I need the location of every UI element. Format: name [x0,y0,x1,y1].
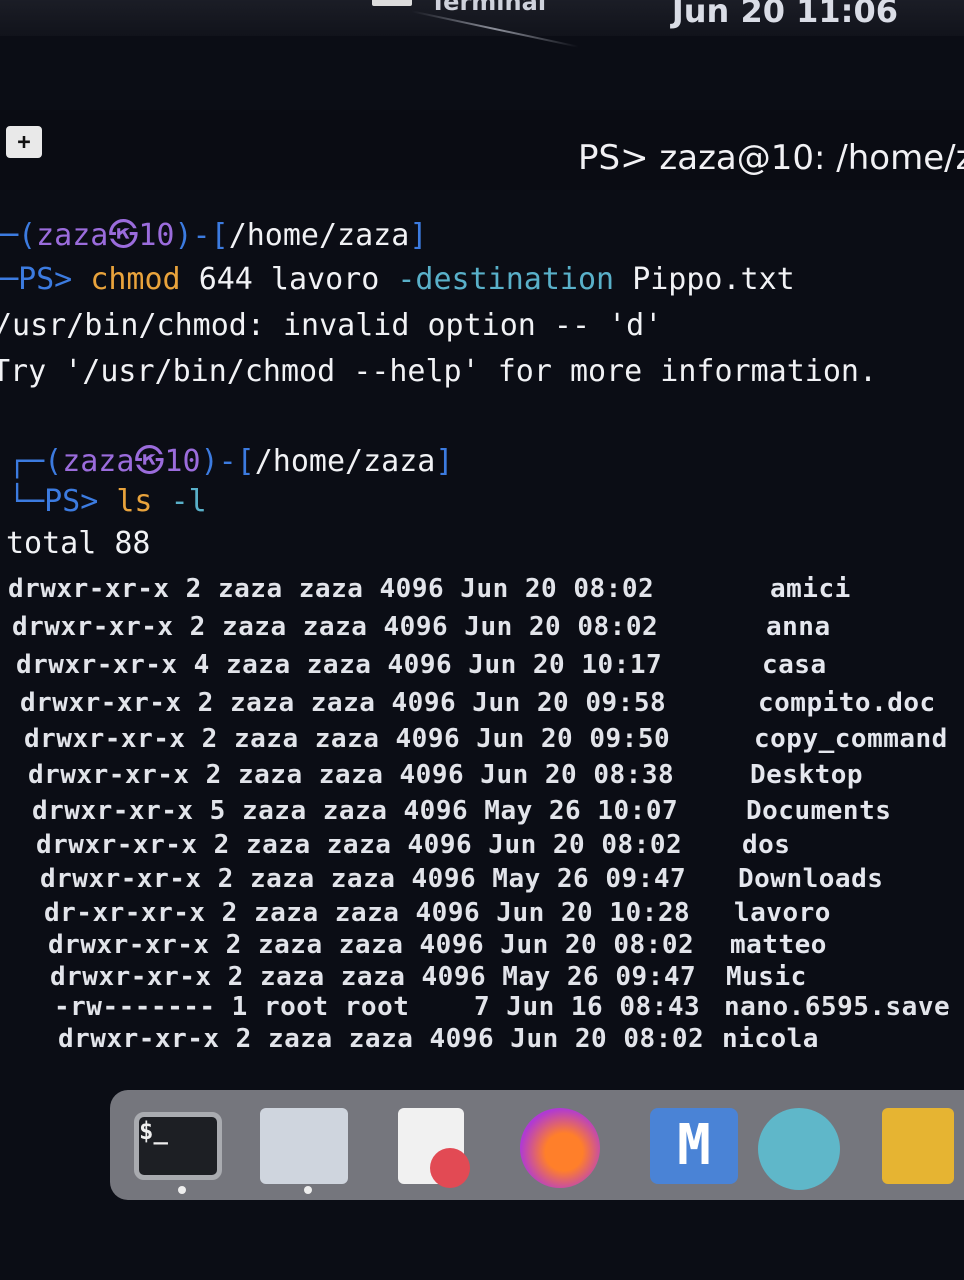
file-name: lavoro [734,898,831,928]
running-indicator [304,1186,312,1194]
list-item: drwxr-xr-x 2 zaza zaza 4096 Jun 20 08:38… [28,758,863,792]
top-panel: Terminal Jun 20 11:06 [0,0,964,36]
file-name: Documents [746,796,892,826]
file-name: anna [766,612,831,642]
error-line-1: /usr/bin/chmod: invalid option -- 'd' [0,308,663,343]
command-args: 644 lavoro [198,262,380,297]
list-item: drwxr-xr-x 2 zaza zaza 4096 Jun 20 08:02… [36,828,790,862]
file-name: Downloads [738,864,884,894]
prompt-prefix: PS> [44,484,99,519]
list-item: drwxr-xr-x 2 zaza zaza 4096 Jun 20 08:02… [12,610,830,644]
file-info: drwxr-xr-x 2 zaza zaza 4096 Jun 20 09:50 [24,724,671,754]
prompt-line-1: ─(zaza㉿10)-[/home/zaza] [0,218,428,253]
file-name: nano.6595.save [724,992,951,1022]
prompt-user: zaza㉿10 [36,218,175,253]
file-name: Desktop [750,760,864,790]
file-info: drwxr-xr-x 2 zaza zaza 4096 Jun 20 08:38 [28,760,675,790]
mail-client-icon[interactable]: M [650,1108,738,1184]
terminal-app-icon [372,0,412,6]
list-item: drwxr-xr-x 2 zaza zaza 4096 May 26 09:47… [40,862,883,896]
terminal-icon[interactable]: $_ [134,1112,222,1180]
new-tab-icon[interactable]: + [6,126,42,158]
prompt-path: /home/zaza [254,444,436,479]
prompt-user: zaza㉿10 [62,444,201,479]
window-title: PS> zaza@10: /home/za [578,138,964,178]
prompt-prefix: PS> [18,262,73,297]
file-name: compito.doc [758,688,936,718]
file-info: drwxr-xr-x 2 zaza zaza 4096 Jun 20 08:02 [48,930,695,960]
file-info: drwxr-xr-x 2 zaza zaza 4096 Jun 20 08:02 [8,574,655,604]
clock[interactable]: Jun 20 11:06 [672,0,898,30]
file-info: -rw------- 1 root root 7 Jun 16 08:43 [54,992,701,1022]
file-name: copy_command [754,724,948,754]
prompt-line-2: ┌─(zaza㉿10)-[/home/zaza] [8,444,454,479]
file-info: drwxr-xr-x 2 zaza zaza 4096 Jun 20 08:02 [58,1024,705,1054]
file-name: casa [762,650,827,680]
list-item: -rw------- 1 root root 7 Jun 16 08:43 nan… [54,990,950,1024]
list-item: dr-xr-xr-x 2 zaza zaza 4096 Jun 20 10:28… [44,896,830,930]
command-line-1: ─PS> chmod 644 lavoro -destination Pippo… [0,262,795,297]
file-name: dos [742,830,791,860]
edit-badge-icon [430,1148,470,1188]
command-arg2: Pippo.txt [632,262,795,297]
error-line-2: Try '/usr/bin/chmod --help' for more inf… [0,354,878,389]
file-name: matteo [730,930,827,960]
file-info: drwxr-xr-x 2 zaza zaza 4096 May 26 09:47 [40,864,687,894]
list-item: drwxr-xr-x 5 zaza zaza 4096 May 26 10:07… [32,794,891,828]
running-indicator [178,1186,186,1194]
wireshark-icon[interactable] [758,1108,840,1190]
command-flag: -destination [397,262,615,297]
list-item: drwxr-xr-x 2 zaza zaza 4096 Jun 20 09:58… [20,686,935,720]
terminal-output[interactable]: ─(zaza㉿10)-[/home/zaza] ─PS> chmod 644 l… [0,200,964,1054]
list-item: drwxr-xr-x 2 zaza zaza 4096 Jun 20 08:02… [48,928,826,962]
list-item: drwxr-xr-x 2 zaza zaza 4096 Jun 20 08:02… [58,1022,818,1056]
dock: $_ M [110,1090,964,1200]
file-info: drwxr-xr-x 4 zaza zaza 4096 Jun 20 10:17 [16,650,663,680]
firefox-icon[interactable] [520,1108,600,1188]
file-info: drwxr-xr-x 2 zaza zaza 4096 May 26 09:47 [50,962,697,992]
list-item: drwxr-xr-x 2 zaza zaza 4096 Jun 20 09:50… [24,722,947,756]
command-name: ls [116,484,153,519]
file-info: drwxr-xr-x 5 zaza zaza 4096 May 26 10:07 [32,796,679,826]
file-info: drwxr-xr-x 2 zaza zaza 4096 Jun 20 09:58 [20,688,667,718]
command-flag: -l [170,484,207,519]
file-name: nicola [722,1024,819,1054]
list-item: drwxr-xr-x 4 zaza zaza 4096 Jun 20 10:17… [16,648,826,682]
list-item: drwxr-xr-x 2 zaza zaza 4096 May 26 09:47… [50,960,806,994]
list-item: drwxr-xr-x 2 zaza zaza 4096 Jun 20 08:02… [8,572,850,606]
total-line: total 88 [6,526,151,561]
active-app-name[interactable]: Terminal [430,0,546,16]
app-icon[interactable] [882,1108,954,1184]
command-name: chmod [90,262,181,297]
terminal-titlebar: + PS> zaza@10: /home/za [0,110,964,190]
file-name: Music [726,962,807,992]
file-info: drwxr-xr-x 2 zaza zaza 4096 Jun 20 08:02 [12,612,659,642]
files-icon[interactable] [260,1108,348,1184]
file-name: amici [770,574,851,604]
prompt-path: /home/zaza [228,218,410,253]
file-info: dr-xr-xr-x 2 zaza zaza 4096 Jun 20 10:28 [44,898,691,928]
command-line-2: └─PS> ls -l [8,484,207,519]
terminal-icon-label: $_ [139,1117,168,1145]
file-info: drwxr-xr-x 2 zaza zaza 4096 Jun 20 08:02 [36,830,683,860]
